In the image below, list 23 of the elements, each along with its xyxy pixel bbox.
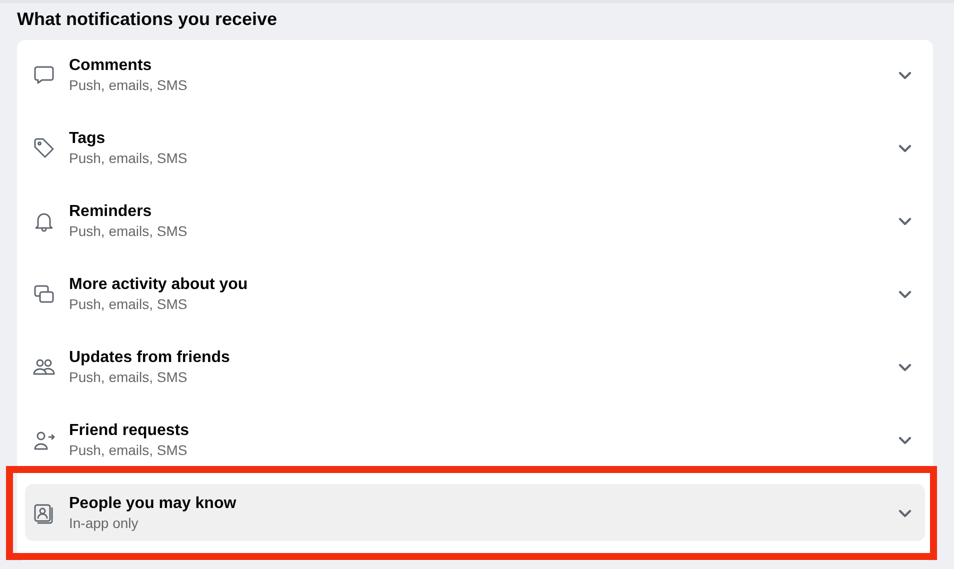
tag-icon xyxy=(32,136,56,160)
notification-row[interactable]: More activity about you Push, emails, SMS xyxy=(25,265,925,322)
row-subtitle: Push, emails, SMS xyxy=(69,294,188,312)
row-title: More activity about you xyxy=(69,274,248,294)
row-title: People you may know xyxy=(69,494,236,514)
row-subtitle: Push, emails, SMS xyxy=(69,222,188,240)
section-heading: What notifications you receive xyxy=(17,8,278,31)
row-subtitle: Push, emails, SMS xyxy=(69,76,188,94)
notification-row[interactable]: Reminders Push, emails, SMS xyxy=(25,192,925,249)
row-subtitle: Push, emails, SMS xyxy=(69,148,188,166)
notification-row[interactable]: Updates from friends Push, emails, SMS xyxy=(25,338,925,395)
notification-row[interactable]: People you may know In-app only xyxy=(25,484,925,541)
row-subtitle: In-app only xyxy=(69,514,140,532)
row-title: Friend requests xyxy=(69,420,190,440)
row-subtitle: Push, emails, SMS xyxy=(69,368,188,386)
notification-row[interactable]: Tags Push, emails, SMS xyxy=(25,119,925,176)
notification-row[interactable]: Friend requests Push, emails, SMS xyxy=(25,411,925,468)
row-title: Reminders xyxy=(69,202,153,222)
row-title: Tags xyxy=(69,128,106,148)
row-subtitle: Push, emails, SMS xyxy=(69,440,188,458)
row-title: Updates from friends xyxy=(69,348,230,368)
notification-row[interactable]: Comments Push, emails, SMS xyxy=(25,46,925,103)
row-title: Comments xyxy=(69,56,153,76)
